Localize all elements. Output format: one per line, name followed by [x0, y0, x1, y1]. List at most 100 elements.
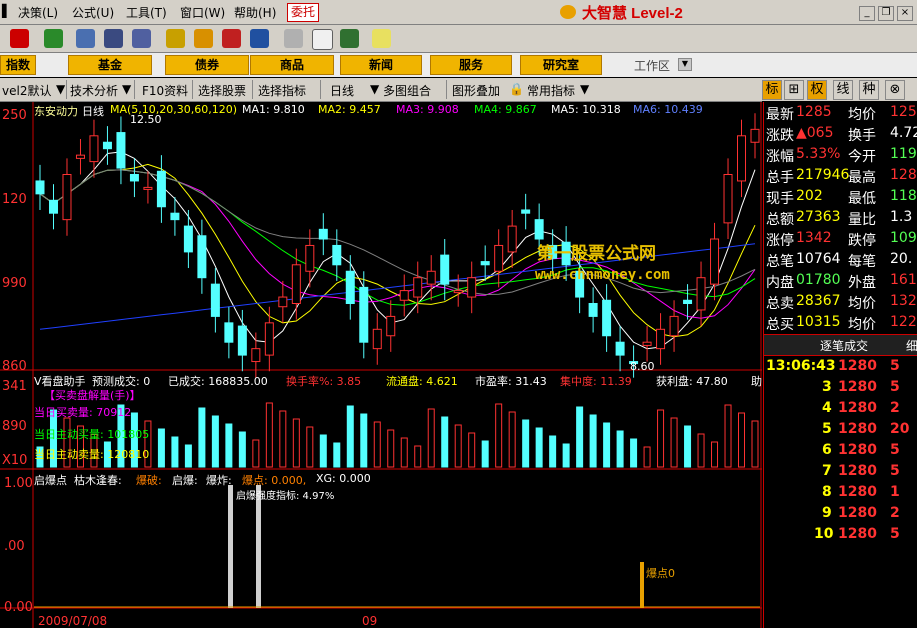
flag-icon[interactable]: [76, 29, 95, 48]
select-indicator-button[interactable]: 选择指标: [258, 82, 306, 99]
chart-panel[interactable]: 东安动力 日线 MA(5,10,20,30,60,120) MA1: 9.810…: [0, 102, 762, 628]
nav-fund[interactable]: 基金: [68, 55, 152, 75]
nav-bond[interactable]: 债券: [165, 55, 249, 75]
volume-bar: [481, 440, 489, 468]
chevron-down-icon[interactable]: ▼: [580, 82, 589, 96]
tab-kind[interactable]: 种: [859, 80, 879, 100]
chevron-down-icon[interactable]: ▼: [56, 82, 65, 96]
books-icon[interactable]: [340, 29, 359, 48]
trade-row: 6 1280 5: [766, 442, 917, 463]
vol-y-label: X10: [2, 453, 28, 468]
menu-help[interactable]: 帮助(H): [234, 4, 276, 21]
candle-body: [440, 254, 450, 285]
tab-grid[interactable]: ⊞: [784, 80, 804, 100]
ma3-value: MA3: 9.908: [396, 103, 459, 116]
work-area-dropdown-icon[interactable]: ▼: [678, 58, 692, 71]
earth-icon[interactable]: [250, 29, 269, 48]
volume-bar: [225, 423, 233, 468]
volume-bar: [670, 417, 678, 468]
quote-value: 202: [796, 188, 823, 204]
f10-info-button[interactable]: F10资料: [142, 82, 188, 99]
candle-body: [494, 244, 504, 272]
candle-body: [48, 199, 58, 214]
binoculars-icon[interactable]: [104, 29, 123, 48]
candle-body: [332, 244, 342, 266]
trade-row: 3 1280 5: [766, 379, 917, 400]
menu-window[interactable]: 窗口(W): [180, 4, 225, 21]
divider: [320, 80, 321, 99]
candle-body: [737, 135, 747, 182]
chart-overlay-button[interactable]: 图形叠加: [452, 82, 500, 99]
select-stock-button[interactable]: 选择股票: [198, 82, 246, 99]
chart-tool-icon[interactable]: [132, 29, 151, 48]
candle-body: [656, 328, 666, 350]
minimize-icon[interactable]: _: [859, 6, 875, 21]
ma5-value: MA5: 10.318: [551, 103, 621, 116]
dollar-icon[interactable]: [10, 29, 29, 48]
multi-chart-button[interactable]: 多图组合: [383, 82, 431, 99]
tab-close[interactable]: ⊗: [885, 80, 905, 100]
nav-commodity[interactable]: 商品: [250, 55, 334, 75]
common-indicator-button[interactable]: 常用指标: [527, 82, 575, 99]
market-icon[interactable]: [44, 29, 63, 48]
volume-bar: [751, 420, 759, 468]
candle-body: [399, 290, 409, 301]
volume-bar: [346, 405, 354, 468]
tab-line[interactable]: 线: [833, 80, 853, 100]
candle-body: [467, 277, 477, 298]
volume-bar: [279, 410, 287, 468]
today-active-sell: 当日主动卖量: 120810: [34, 448, 150, 461]
candle-body: [588, 303, 598, 317]
volume-bar: [576, 406, 584, 468]
technical-analysis-button[interactable]: 技术分析: [70, 82, 118, 99]
chevron-down-icon[interactable]: ▼: [122, 82, 131, 96]
quote-label: 最低: [848, 191, 876, 207]
help-shortcut[interactable]: 助: [751, 373, 762, 389]
nav-research[interactable]: 研究室: [520, 55, 602, 75]
volume-bar: [292, 418, 300, 468]
trades-header-detail[interactable]: 细: [906, 337, 917, 354]
divider: [252, 80, 253, 99]
chevron-down-icon[interactable]: ▼: [370, 82, 379, 96]
period-button[interactable]: 日线: [330, 82, 354, 99]
ma4-value: MA4: 9.867: [474, 103, 537, 116]
context-help-icon[interactable]: [372, 29, 391, 48]
tab-rights[interactable]: 权: [807, 80, 827, 100]
ma2-value: MA2: 9.457: [318, 103, 381, 116]
close-icon[interactable]: ×: [897, 6, 913, 21]
quote-label: 外盘: [848, 275, 876, 291]
volume-bar: [306, 426, 314, 468]
quote-value: 1616: [890, 272, 917, 288]
toolbar: [0, 25, 917, 53]
menu-formula[interactable]: 公式(U): [72, 4, 114, 21]
nav-news[interactable]: 新闻: [340, 55, 422, 75]
trades-header[interactable]: 逐笔成交 细: [764, 334, 917, 356]
candle-body: [750, 128, 760, 143]
menu-decision[interactable]: 决策(L): [18, 4, 58, 21]
volume-bar: [684, 425, 692, 468]
entrust-button[interactable]: 委托: [287, 3, 319, 22]
nav-index[interactable]: 指数: [0, 55, 36, 75]
refresh-icon[interactable]: [222, 29, 241, 48]
chart-period: 日线: [82, 105, 104, 118]
xg-value: XG: 0.000: [316, 472, 371, 485]
quote-row: 总手 217946 最高 128: [766, 167, 917, 188]
divider: [66, 80, 67, 99]
tab-mark[interactable]: 标: [762, 80, 782, 100]
y-axis-label: 250: [2, 108, 27, 123]
trade-price: 1280: [838, 463, 877, 479]
quote-row: 涨停 1342 跌停 109: [766, 230, 917, 251]
quote-value: 119: [890, 146, 917, 162]
trade-time: 8: [822, 484, 832, 500]
help-query-icon[interactable]: [166, 29, 185, 48]
nav-service[interactable]: 服务: [430, 55, 512, 75]
lock-icon[interactable]: 🔒: [509, 82, 524, 96]
window-icon[interactable]: [312, 29, 333, 50]
trade-price: 1280: [838, 505, 877, 521]
diamond-icon[interactable]: [194, 29, 213, 48]
print-icon[interactable]: [284, 29, 303, 48]
quote-row: 总买 10315 均价 122: [766, 314, 917, 335]
menu-tools[interactable]: 工具(T): [126, 4, 167, 21]
level2-default-dropdown[interactable]: vel2默认: [2, 82, 51, 99]
restore-icon[interactable]: ❐: [878, 6, 894, 21]
